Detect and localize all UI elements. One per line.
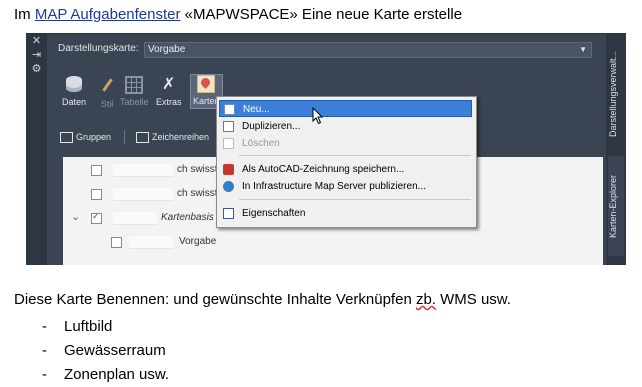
heading-link[interactable]: MAP Aufgabenfenster — [35, 6, 181, 23]
delete-icon — [223, 138, 234, 149]
table-icon — [125, 76, 144, 94]
tab-map-explorer[interactable]: Karten-Explorer — [608, 156, 624, 256]
toolbar-data-button[interactable]: Daten — [62, 76, 86, 107]
list-item-text: Zonenplan usw. — [64, 366, 170, 383]
globe-icon — [223, 181, 234, 192]
close-icon[interactable]: ✕ — [26, 34, 47, 48]
group-checkbox[interactable] — [91, 211, 102, 224]
new-map-icon — [224, 104, 235, 115]
tools-icon: ✗ — [162, 76, 176, 93]
toolbar-label: Stil — [100, 99, 114, 109]
layer-label: ch swisst — [177, 188, 218, 199]
mouse-cursor-icon — [312, 107, 324, 125]
instruction-part-2: WMS usw. — [435, 291, 511, 308]
display-map-value: Vorgabe — [148, 44, 186, 55]
layer-thumbnail — [113, 164, 173, 177]
toolbar-label: Extras — [156, 97, 182, 107]
toolbar-table-button[interactable]: Tabelle — [120, 76, 149, 107]
layer-label: Vorgabe — [179, 236, 217, 247]
menu-item-label: Neu... — [243, 104, 270, 115]
instruction-part-1: Diese Karte Benennen: und gewünschte Inh… — [14, 291, 416, 308]
toolbar-tools-button[interactable]: ✗ Extras — [156, 76, 182, 107]
document-heading: Im MAP Aufgabenfenster «MAPWSPACE» Eine … — [14, 6, 462, 23]
database-icon — [65, 76, 83, 94]
menu-item-properties[interactable]: Eigenschaften — [219, 205, 472, 222]
list-item: - Zonenplan usw. — [42, 366, 170, 383]
display-map-label: Darstellungskarte: — [58, 43, 139, 54]
layer-thumbnail — [113, 188, 173, 201]
chevron-down-icon[interactable]: ⌄ — [71, 210, 80, 223]
chevron-down-icon[interactable]: ▼ — [579, 43, 587, 57]
menu-item-duplicate[interactable]: Duplizieren... — [219, 118, 472, 135]
display-map-row: Darstellungskarte: Vorgabe ▼ — [56, 42, 596, 58]
group-label: Kartenbasis — [161, 212, 214, 223]
layer-checkbox[interactable] — [111, 237, 122, 248]
groups-icon — [60, 132, 73, 144]
settings-icon[interactable]: ⚙ — [26, 62, 47, 76]
autohide-icon[interactable]: ⇥ — [26, 48, 47, 62]
layer-checkbox[interactable] — [91, 165, 102, 176]
group-thumbnail — [113, 212, 157, 225]
draw-order-label: Zeichenreihen — [152, 132, 210, 142]
palette-left-strip: ✕ ⇥ ⚙ — [26, 34, 47, 265]
layer-checkbox[interactable] — [91, 189, 102, 200]
draw-order-button[interactable]: Zeichenreihen — [136, 127, 209, 147]
toolbar-label: Tabelle — [120, 97, 149, 107]
autocad-icon — [223, 164, 234, 175]
heading-prefix: Im — [14, 6, 35, 23]
menu-item-delete[interactable]: Löschen — [219, 135, 472, 152]
menu-item-label: Löschen — [242, 138, 280, 149]
toolbar-style-button[interactable]: Stil — [98, 76, 116, 109]
groups-label: Gruppen — [76, 132, 112, 142]
menu-item-label: Duplizieren... — [242, 121, 301, 132]
tab-display-manager[interactable]: Darstellungsverwalt... — [608, 44, 624, 144]
list-item-text: Gewässerraum — [64, 342, 166, 359]
menu-item-new[interactable]: Neu... — [219, 100, 472, 117]
menu-item-label: Als AutoCAD-Zeichnung speichern... — [242, 164, 405, 175]
duplicate-icon — [223, 121, 234, 132]
list-item: - Gewässerraum — [42, 342, 166, 359]
toolbar-label: Daten — [62, 97, 87, 107]
map-icon — [197, 75, 216, 93]
list-item-text: Luftbild — [64, 318, 113, 335]
menu-item-publish[interactable]: In Infrastructure Map Server publizieren… — [219, 178, 472, 195]
heading-suffix: «MAPWSPACE» Eine neue Karte erstelle — [180, 6, 463, 23]
palette-right-strip: Darstellungsverwalt... Karten-Explorer — [606, 34, 626, 265]
menu-item-label: In Infrastructure Map Server publizieren… — [242, 181, 426, 192]
menu-separator — [239, 155, 471, 156]
layer-thumbnail — [129, 236, 173, 249]
properties-icon — [223, 208, 234, 219]
instruction-abbreviation: zb. — [415, 291, 436, 308]
menu-separator — [239, 199, 471, 200]
layer-label: ch swisst — [177, 164, 218, 175]
draw-order-icon — [136, 132, 149, 144]
instruction-text: Diese Karte Benennen: und gewünschte Inh… — [14, 291, 511, 308]
groups-button[interactable]: Gruppen — [60, 127, 111, 147]
display-map-select[interactable]: Vorgabe ▼ — [144, 42, 592, 58]
toolbar-divider — [124, 130, 125, 144]
content-list: - Luftbild - Gewässerraum - Zonenplan usw. — [42, 315, 169, 387]
brush-icon — [98, 78, 116, 96]
tree-row[interactable]: Vorgabe — [63, 233, 603, 251]
map-taskpane-screenshot: ✕ ⇥ ⚙ Darstellungskarte: Vorgabe ▼ Daten… — [26, 33, 626, 265]
list-item: - Luftbild — [42, 318, 113, 335]
maps-context-menu: Neu... Duplizieren... Löschen Als AutoCA… — [216, 96, 477, 228]
menu-item-label: Eigenschaften — [242, 208, 306, 219]
menu-item-save-autocad[interactable]: Als AutoCAD-Zeichnung speichern... — [219, 161, 472, 178]
